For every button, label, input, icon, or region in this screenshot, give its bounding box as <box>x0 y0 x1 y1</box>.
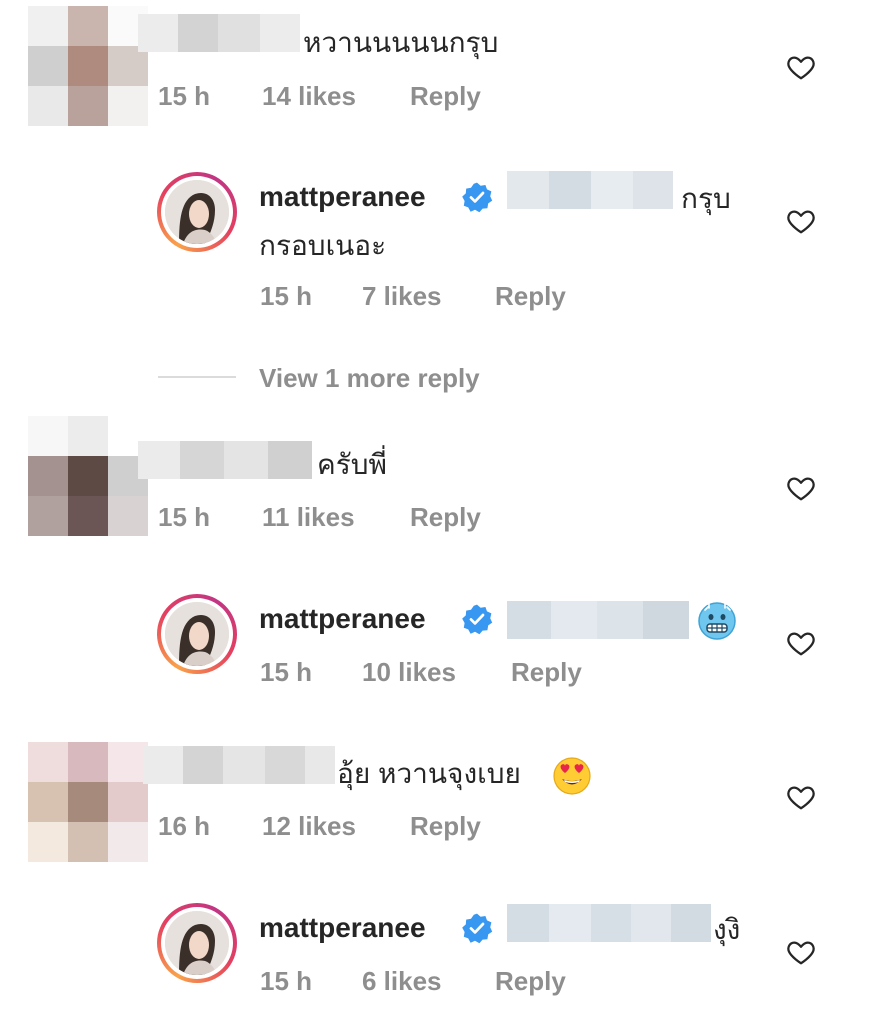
reply-text: กรุบ <box>681 183 731 214</box>
cold-face-emoji <box>698 602 736 640</box>
username-censored[interactable] <box>143 746 335 784</box>
avatar[interactable] <box>157 903 237 983</box>
comment-time: 16 h <box>158 811 211 841</box>
comment-time: 15 h <box>260 966 313 996</box>
profile-photo <box>165 602 229 666</box>
heart-icon[interactable] <box>786 628 816 658</box>
heart-icon[interactable] <box>786 937 816 967</box>
heart-icon[interactable] <box>786 473 816 503</box>
reply-button[interactable]: Reply <box>410 501 481 533</box>
reply-button[interactable]: Reply <box>410 80 481 112</box>
heart-icon[interactable] <box>786 206 816 236</box>
avatar[interactable] <box>28 6 148 126</box>
verified-badge-icon <box>462 913 493 944</box>
comment-time: 15 h <box>158 502 211 532</box>
comment-text: อุ้ย หวานจุงเบย <box>337 758 521 789</box>
comment-likes[interactable]: 12 likes <box>262 810 356 842</box>
comment-time: 15 h <box>260 281 313 311</box>
comment-time: 15 h <box>158 81 211 111</box>
reply-button[interactable]: Reply <box>495 280 566 312</box>
profile-photo <box>165 180 229 244</box>
reply-text-continued: กรอบเนอะ <box>259 230 387 261</box>
view-more-replies-button[interactable]: View 1 more reply <box>259 362 480 394</box>
verified-badge-icon <box>462 604 493 635</box>
reply-button[interactable]: Reply <box>495 965 566 997</box>
avatar[interactable] <box>157 594 237 674</box>
reply-text: งุงิ <box>713 914 741 945</box>
verified-badge-icon <box>462 182 493 213</box>
heart-icon[interactable] <box>786 52 816 82</box>
username[interactable]: mattperanee <box>259 179 426 215</box>
heart-icon[interactable] <box>786 782 816 812</box>
username[interactable]: mattperanee <box>259 601 426 637</box>
reply-button[interactable]: Reply <box>410 810 481 842</box>
comment-likes[interactable]: 14 likes <box>262 80 356 112</box>
avatar[interactable] <box>28 416 148 536</box>
mention-censored[interactable] <box>507 601 689 639</box>
mention-censored[interactable] <box>507 171 673 209</box>
avatar[interactable] <box>157 172 237 252</box>
comment-likes[interactable]: 11 likes <box>262 501 355 533</box>
username[interactable]: mattperanee <box>259 910 426 946</box>
mention-censored[interactable] <box>507 904 711 942</box>
profile-photo <box>165 911 229 975</box>
username-censored[interactable] <box>138 14 300 52</box>
comment-likes[interactable]: 10 likes <box>362 656 456 688</box>
reply-button[interactable]: Reply <box>511 656 582 688</box>
view-replies-divider <box>158 376 236 378</box>
comment-text: ครับพี่ <box>317 449 387 480</box>
comment-likes[interactable]: 6 likes <box>362 965 442 997</box>
avatar[interactable] <box>28 742 148 862</box>
comment-likes[interactable]: 7 likes <box>362 280 442 312</box>
comment-text: หวานนนนนกรุบ <box>303 27 499 58</box>
heart-eyes-emoji <box>553 757 591 795</box>
username-censored[interactable] <box>138 441 312 479</box>
comment-time: 15 h <box>260 657 313 687</box>
